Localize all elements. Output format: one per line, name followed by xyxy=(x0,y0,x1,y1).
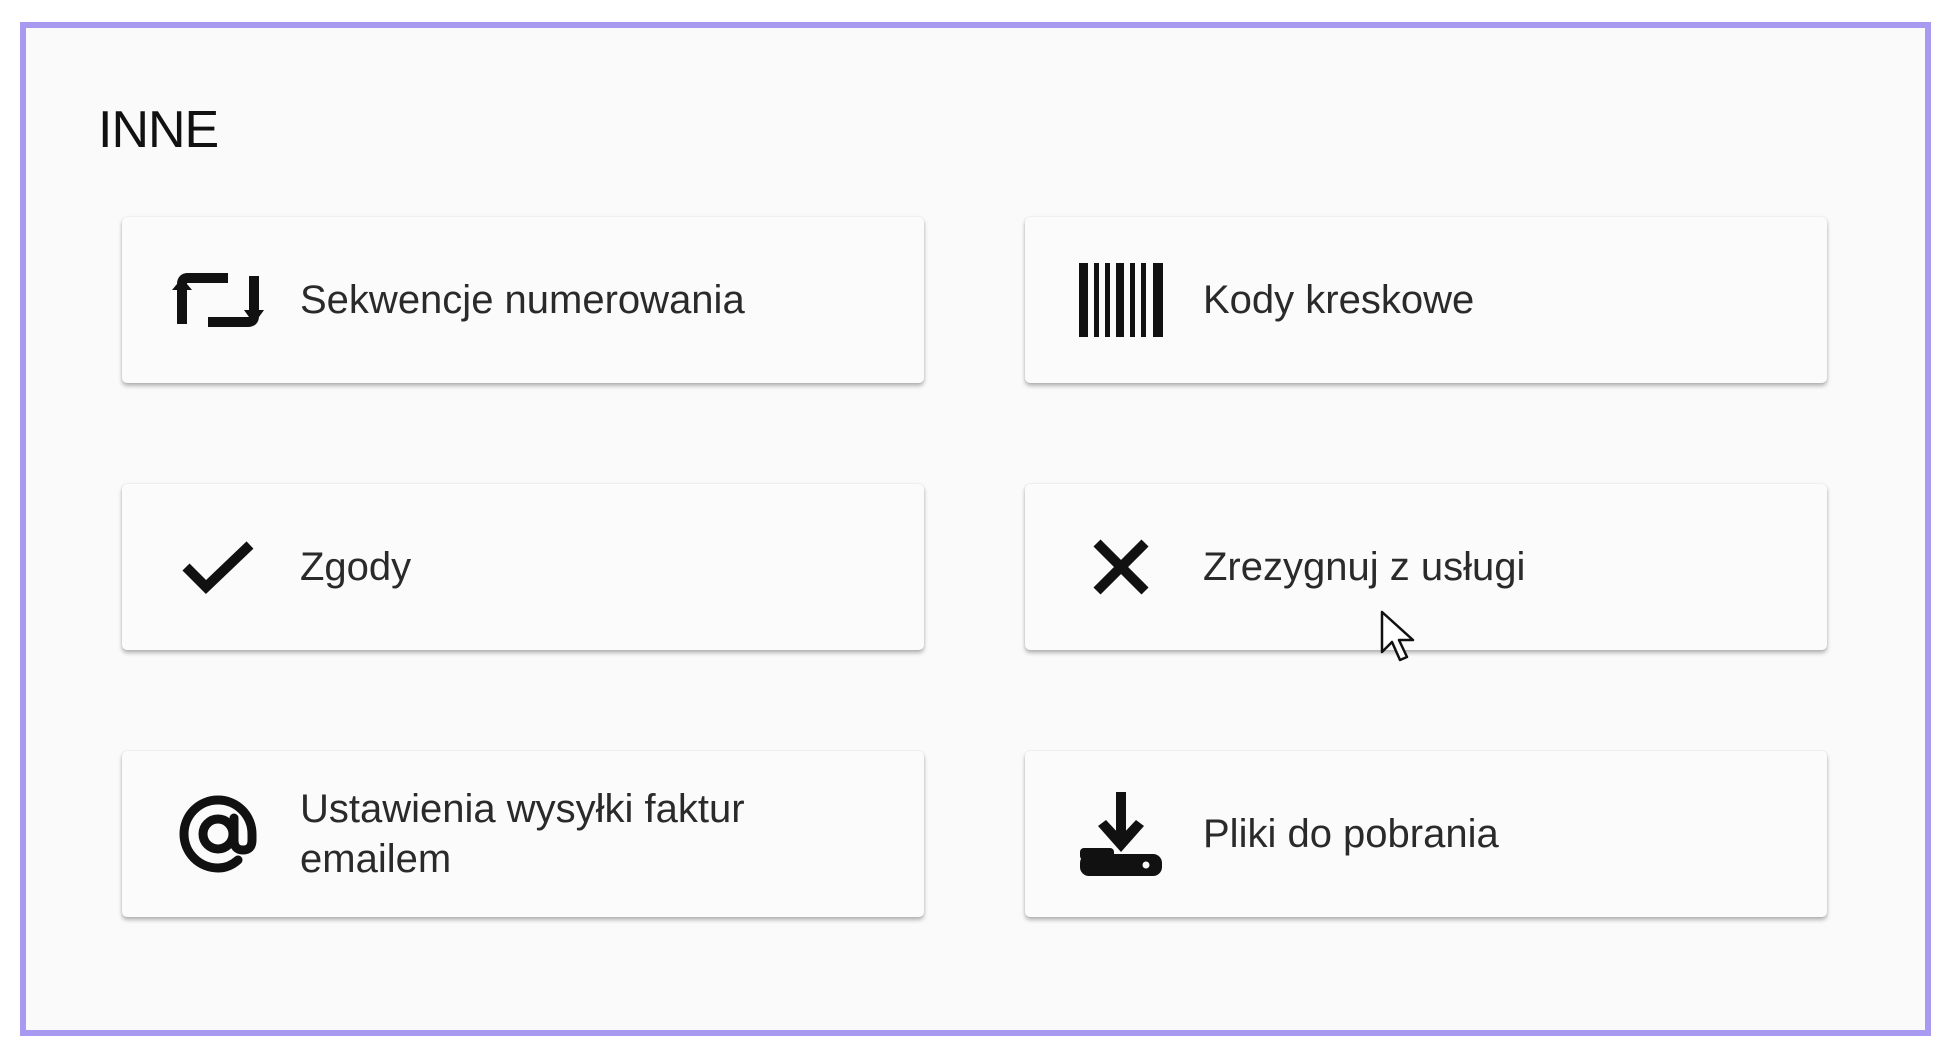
at-sign-icon xyxy=(170,786,266,882)
card-label: Pliki do pobrania xyxy=(1203,812,1499,856)
card-invoice-email-settings[interactable]: Ustawienia wysyłki faktur emailem xyxy=(122,751,924,917)
card-label: Ustawienia wysyłki faktur emailem xyxy=(300,787,745,881)
card-cancel-service[interactable]: Zrezygnuj z usługi xyxy=(1025,484,1827,650)
card-label: Kody kreskowe xyxy=(1203,278,1475,322)
section-title: INNE xyxy=(98,101,219,159)
checkmark-icon xyxy=(170,519,266,615)
barcode-icon xyxy=(1073,252,1169,348)
card-label: Sekwencje numerowania xyxy=(300,278,745,322)
card-consents[interactable]: Zgody xyxy=(122,484,924,650)
card-barcodes[interactable]: Kody kreskowe xyxy=(1025,217,1827,383)
card-label: Zrezygnuj z usługi xyxy=(1203,545,1526,589)
card-numbering-sequences[interactable]: Sekwencje numerowania xyxy=(122,217,924,383)
mouse-cursor-icon xyxy=(1380,610,1415,662)
repeat-arrows-icon xyxy=(170,252,266,348)
card-label: Zgody xyxy=(300,545,412,589)
download-icon xyxy=(1073,786,1169,882)
card-downloads[interactable]: Pliki do pobrania xyxy=(1025,751,1827,917)
close-icon xyxy=(1073,519,1169,615)
